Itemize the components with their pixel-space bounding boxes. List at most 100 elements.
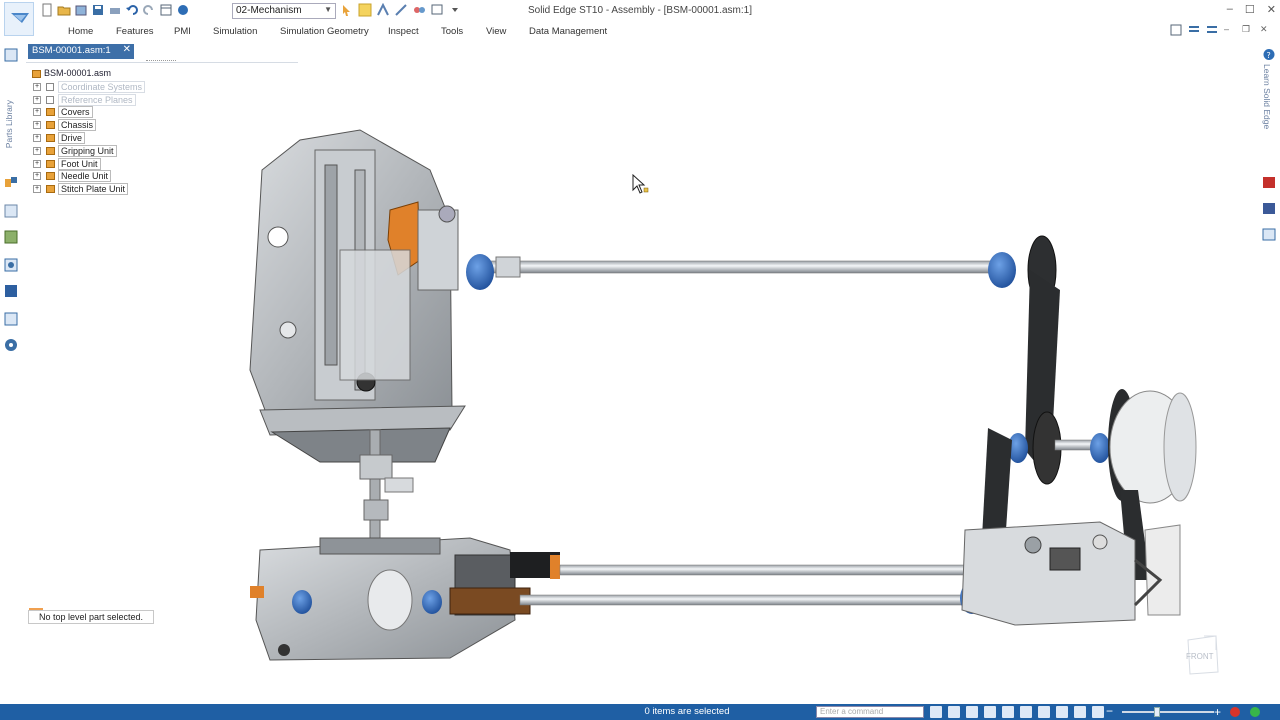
tab-features[interactable]: Features [116,26,154,37]
shading-icon[interactable] [1056,706,1068,718]
subassembly-icon [46,121,55,130]
record-icon[interactable] [1230,707,1240,717]
layers-icon[interactable] [4,204,18,218]
tree-item-label: Covers [58,106,93,119]
doc-minimize-icon[interactable]: – [1224,24,1236,36]
tab-inspect[interactable]: Inspect [388,26,419,37]
expand-icon[interactable]: + [33,146,41,155]
groups-icon[interactable] [4,312,18,326]
close-icon[interactable]: ✕ [1267,3,1276,16]
lower-bed-assembly [250,537,560,661]
mouse-cursor-icon [632,174,649,194]
doc-restore-icon[interactable]: ❐ [1242,24,1254,36]
parts-library-icon[interactable] [4,48,18,62]
pan-icon[interactable] [1002,706,1014,718]
menu-icon[interactable] [1206,24,1218,36]
tree-item-coordinate-systems[interactable]: + Coordinate Systems [30,80,300,94]
tree-root[interactable]: BSM-00001.asm [30,68,300,81]
tree-root-label: BSM-00001.asm [44,68,112,78]
sketch-view-icon[interactable] [1038,706,1050,718]
ribbon-right-tools: – ❐ ✕ [1170,24,1272,36]
expand-icon[interactable]: + [33,172,41,181]
window-controls: – ☐ ✕ [1227,3,1276,16]
selection-status-message: No top level part selected. [28,608,155,624]
view-tools [930,706,1104,718]
tab-pmi[interactable]: PMI [174,26,191,37]
subassembly-icon [46,108,55,117]
expand-icon[interactable]: + [33,133,41,142]
list-icon[interactable] [1188,24,1200,36]
subassembly-icon [46,133,55,142]
window-title: Solid Edge ST10 - Assembly - [BSM-00001.… [528,5,752,16]
expand-icon[interactable]: + [33,185,41,194]
pane-grip-handle[interactable] [146,60,176,64]
zoom-slider-handle[interactable] [1154,707,1160,717]
help-icon[interactable]: ? [1262,48,1276,61]
upper-main-shaft [466,252,1016,290]
title-bar: 02-Mechanism ▼ Solid Edge ST10 - Assembl… [0,0,1280,36]
tree-item-label: Gripping Unit [58,144,117,157]
zoom-area-icon[interactable] [966,706,978,718]
tab-tools[interactable]: Tools [441,26,463,37]
tree-item-label: Reference Planes [58,93,136,106]
motor-assembly [961,521,1181,626]
svg-text:?: ? [1267,51,1271,60]
facebook-icon[interactable] [1262,202,1276,215]
view-icon[interactable] [1092,706,1104,718]
expand-icon[interactable]: + [33,108,41,117]
minimize-icon[interactable]: – [1227,3,1233,16]
settings-icon[interactable] [4,338,18,352]
expand-icon[interactable]: + [33,121,41,130]
zoom-icon[interactable] [984,706,996,718]
subassembly-icon [46,146,55,155]
right-toolbar: ? Learn Solid Edge [1258,44,1280,704]
select-tools-icon[interactable] [4,230,18,244]
maximize-icon[interactable]: ☐ [1245,3,1255,16]
tab-simulation-geometry[interactable]: Simulation Geometry [280,26,369,37]
fit-icon[interactable] [948,706,960,718]
learn-solid-edge-label[interactable]: Learn Solid Edge [1262,64,1272,129]
command-finder-input[interactable]: Enter a command [816,706,924,718]
expand-icon[interactable]: + [33,159,41,168]
tree-item-label: Foot Unit [58,157,101,170]
layout-icon[interactable] [1170,24,1182,36]
subassembly-icon [46,159,55,168]
close-icon[interactable]: ✕ [123,44,131,55]
family-icon[interactable] [4,284,18,298]
visibility-checkbox[interactable] [46,82,54,91]
tab-home[interactable]: Home [68,26,93,37]
zoom-in-icon[interactable]: + [1214,705,1221,719]
community-icon[interactable] [1262,228,1276,241]
style-icon[interactable] [1074,706,1086,718]
zoom-slider[interactable] [1122,711,1214,713]
left-toolbar: Parts Library [0,44,22,704]
graphics-viewport[interactable] [150,110,1250,700]
visibility-checkbox[interactable] [46,95,54,104]
tree-item-label: Chassis [58,119,97,132]
view-orientation-label: FRONT [1186,652,1214,661]
tree-item-label: Stitch Plate Unit [58,183,129,196]
doc-close-icon[interactable]: ✕ [1260,24,1272,36]
document-tab[interactable]: BSM-00001.asm:1 ✕ [28,44,134,59]
tree-item-label: Needle Unit [58,170,112,183]
pathfinder-icon[interactable] [4,176,18,190]
status-bar: 0 items are selected Enter a command − + [0,704,1280,720]
tab-view[interactable]: View [486,26,506,37]
parts-library-label[interactable]: Parts Library [4,100,14,148]
subassembly-icon [46,185,55,194]
rotate-icon[interactable] [1020,706,1032,718]
go-icon[interactable] [930,706,942,718]
tab-simulation[interactable]: Simulation [213,26,257,37]
zoom-out-icon[interactable]: − [1106,704,1113,718]
ribbon-tabs: Home Features PMI Simulation Simulation … [0,22,1280,42]
upper-head-assembly [249,129,466,463]
document-tab-label: BSM-00001.asm:1 [32,45,111,56]
expand-icon[interactable]: + [33,82,41,91]
sensors-icon[interactable] [4,258,18,272]
expand-icon[interactable]: + [33,95,41,104]
tab-data-management[interactable]: Data Management [529,26,607,37]
youtube-icon[interactable] [1262,176,1276,189]
status-indicator-icon[interactable] [1250,707,1260,717]
tree-item-reference-planes[interactable]: + Reference Planes [30,93,300,107]
tree-item-label: Drive [58,131,86,144]
